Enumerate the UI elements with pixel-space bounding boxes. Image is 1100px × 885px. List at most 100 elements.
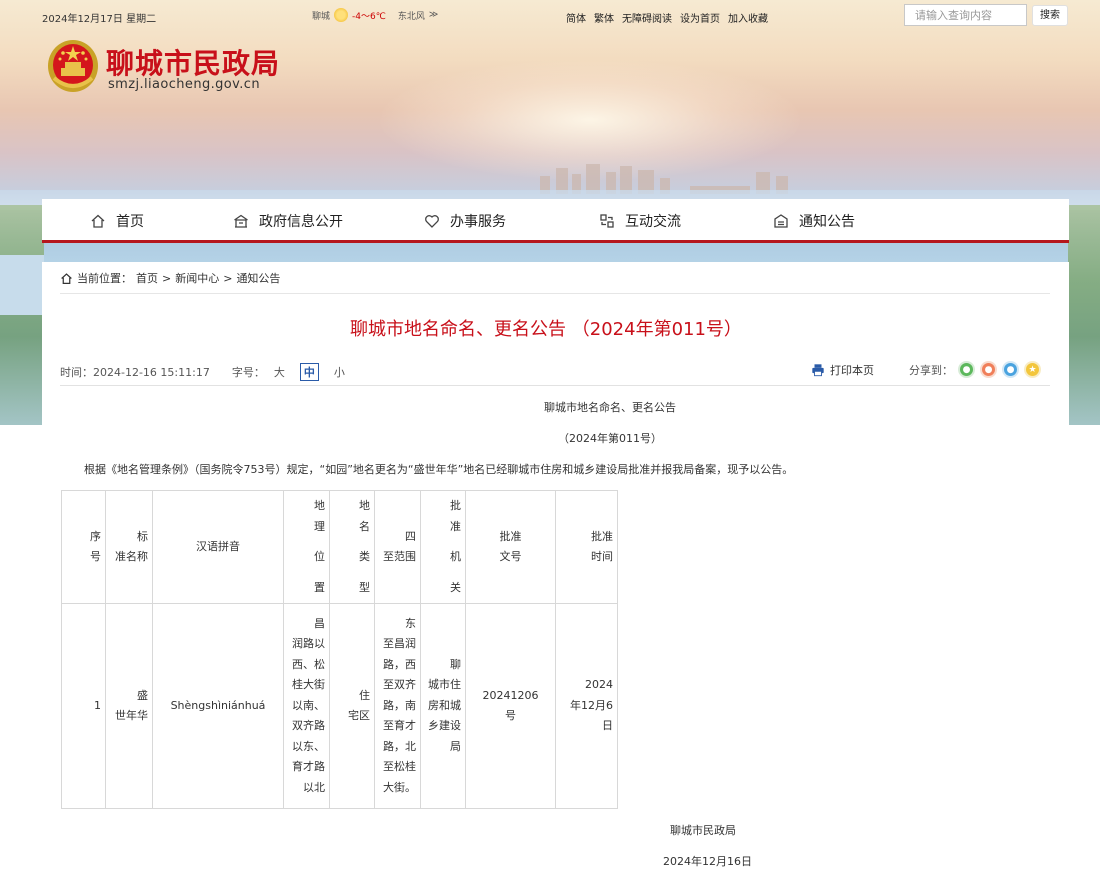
cell-line: 盛: [137, 688, 148, 702]
breadcrumb-news-center[interactable]: 新闻中心: [175, 270, 219, 286]
cell-line: 20241206: [482, 688, 539, 702]
header-line: 关: [450, 580, 461, 594]
nav-item-services[interactable]: 办事服务: [424, 211, 506, 231]
link-simplified[interactable]: 简体: [566, 10, 586, 25]
font-size-small-button[interactable]: 小: [331, 364, 348, 380]
breadcrumb-prefix: 当前位置：: [77, 272, 132, 285]
article-meta: 时间： 2024-12-16 15:11:17 字号： 大 中 小: [60, 363, 354, 381]
link-accessibility[interactable]: 无障碍阅读: [622, 10, 672, 25]
cell-line: 昌: [314, 616, 325, 630]
table-cell: 2024 年12月6 日: [555, 603, 618, 809]
search-input[interactable]: [904, 4, 1027, 26]
table-header-cell: 标准名称: [105, 490, 153, 604]
announcement-number: （2024年第011号）: [558, 432, 662, 445]
breadcrumb-divider: [60, 293, 1050, 294]
print-button[interactable]: 打印本页: [811, 362, 874, 378]
table-header-cell: 汉语拼音: [152, 490, 284, 604]
table-header-cell: 地名类型: [329, 490, 375, 604]
notice-icon: [774, 214, 788, 228]
header-line: 文号: [499, 550, 522, 563]
time-label: 时间：: [60, 366, 93, 379]
nav-item-home[interactable]: 首页: [90, 211, 144, 231]
header-line: 汉语拼音: [196, 539, 240, 553]
content-card: 当前位置： 首页 > 新闻中心 > 通知公告 聊城市地名命名、更名公告 （202…: [42, 262, 1069, 885]
breadcrumb-home[interactable]: 首页: [136, 270, 158, 286]
table-cell: 20241206 号: [465, 603, 556, 809]
nav-item-gov-info[interactable]: 政府信息公开: [233, 211, 343, 231]
cell-line: 以北: [303, 780, 325, 794]
publish-time: 2024-12-16 15:11:17: [93, 365, 210, 379]
header-line: 地: [359, 499, 370, 512]
nav-item-label: 首页: [116, 214, 144, 230]
table-header-cell: 批准 时间: [555, 490, 618, 604]
header-line: 置: [314, 580, 325, 594]
header-line: 标: [137, 529, 148, 543]
link-add-favorite[interactable]: 加入收藏: [728, 10, 768, 25]
header-line: 类: [359, 550, 370, 563]
nav-item-interaction[interactable]: 互动交流: [599, 211, 681, 231]
header-line: 名: [359, 519, 370, 533]
search-button[interactable]: 搜索: [1032, 5, 1068, 26]
nav-item-label: 政府信息公开: [259, 214, 343, 230]
signature-date: 2024年12月16日: [663, 855, 752, 868]
national-emblem-icon: [48, 40, 98, 92]
wechat-icon[interactable]: ●: [958, 361, 975, 378]
table-row: 1 盛世年华 Shèngshìniánhuá 昌润路以 西、松 桂大街 以南、 双齐路以…: [61, 603, 618, 809]
table-header-cell: 批准 文号: [465, 490, 556, 604]
breadcrumb-separator: >: [162, 271, 172, 285]
printer-icon: [812, 364, 824, 377]
cell-line: 至松桂: [383, 760, 416, 774]
header-line: 四: [405, 529, 416, 543]
link-set-homepage[interactable]: 设为首页: [680, 10, 720, 25]
cell-line: 住: [359, 688, 370, 702]
sun-icon: [334, 8, 349, 22]
header-line: 准: [450, 519, 461, 533]
cell-line: 至昌润: [383, 637, 416, 651]
cell-line: 城市住: [428, 678, 461, 692]
share-label: 分享到：: [909, 363, 953, 377]
header-line: 型: [359, 580, 370, 594]
cell-line: 世年华: [115, 709, 148, 722]
header-line: 号: [90, 550, 101, 563]
top-links: 简体 繁体 无障碍阅读 设为首页 加入收藏: [566, 10, 768, 25]
breadcrumb-separator: >: [223, 271, 233, 285]
cell-line: 桂大街: [292, 678, 325, 692]
trees-left: [0, 205, 44, 425]
table-cell: 东至昌润 路，西 至双齐 路，南 至育才 路，北 至松桂 大街。: [374, 603, 421, 809]
signature-organization: 聊城市民政局: [670, 824, 736, 837]
weibo-icon[interactable]: ●: [980, 361, 997, 378]
cell-line: 西、松: [292, 657, 325, 671]
cell-line: 聊: [450, 657, 461, 671]
cell-line: 房和城: [428, 698, 461, 712]
wind-arrow-icon: ≫: [428, 10, 439, 20]
cell-line: 至育才: [383, 719, 416, 733]
site-title[interactable]: 聊城市民政局: [106, 42, 280, 82]
cell-line: 至双齐: [383, 678, 416, 692]
nav-item-label: 通知公告: [799, 214, 855, 230]
main-nav: 首页 政府信息公开 办事服务 互动交流 通知公告: [42, 199, 1069, 243]
header-line: 序: [90, 529, 101, 543]
trees-right: [1068, 205, 1100, 425]
table-header-cell: 四至范围: [374, 490, 421, 604]
font-size-medium-button[interactable]: 中: [299, 363, 319, 381]
qzone-icon[interactable]: ★: [1024, 361, 1041, 378]
breadcrumb-notices[interactable]: 通知公告: [236, 270, 280, 286]
header-line: 至范围: [383, 550, 416, 563]
top-bar: 2024年12月17日 星期二 聊城 -4～6℃ 东北风 ≫ 简体 繁体 无障碍…: [0, 0, 1100, 32]
header-line: 位: [314, 550, 325, 563]
header-line: 准名称: [115, 550, 148, 563]
nav-item-notices[interactable]: 通知公告: [773, 211, 855, 231]
article-title: 聊城市地名命名、更名公告 （2024年第011号）: [350, 319, 742, 340]
font-size-large-button[interactable]: 大: [271, 364, 288, 380]
table-cell: 昌润路以 西、松 桂大街 以南、 双齐路 以东、 育才路 以北: [283, 603, 330, 809]
cell-line: 大街。: [383, 780, 416, 794]
link-traditional[interactable]: 繁体: [594, 10, 614, 25]
weather-wind: 东北风: [397, 11, 425, 22]
cell-line: 双齐路: [292, 719, 325, 733]
qq-icon[interactable]: ●: [1002, 361, 1019, 378]
header-line: 批准: [499, 529, 522, 543]
cell-line: 路，西: [383, 657, 416, 671]
current-date: 2024年12月17日 星期二: [42, 14, 157, 25]
weather-city: 聊城: [312, 11, 331, 22]
nav-item-label: 互动交流: [625, 214, 681, 230]
